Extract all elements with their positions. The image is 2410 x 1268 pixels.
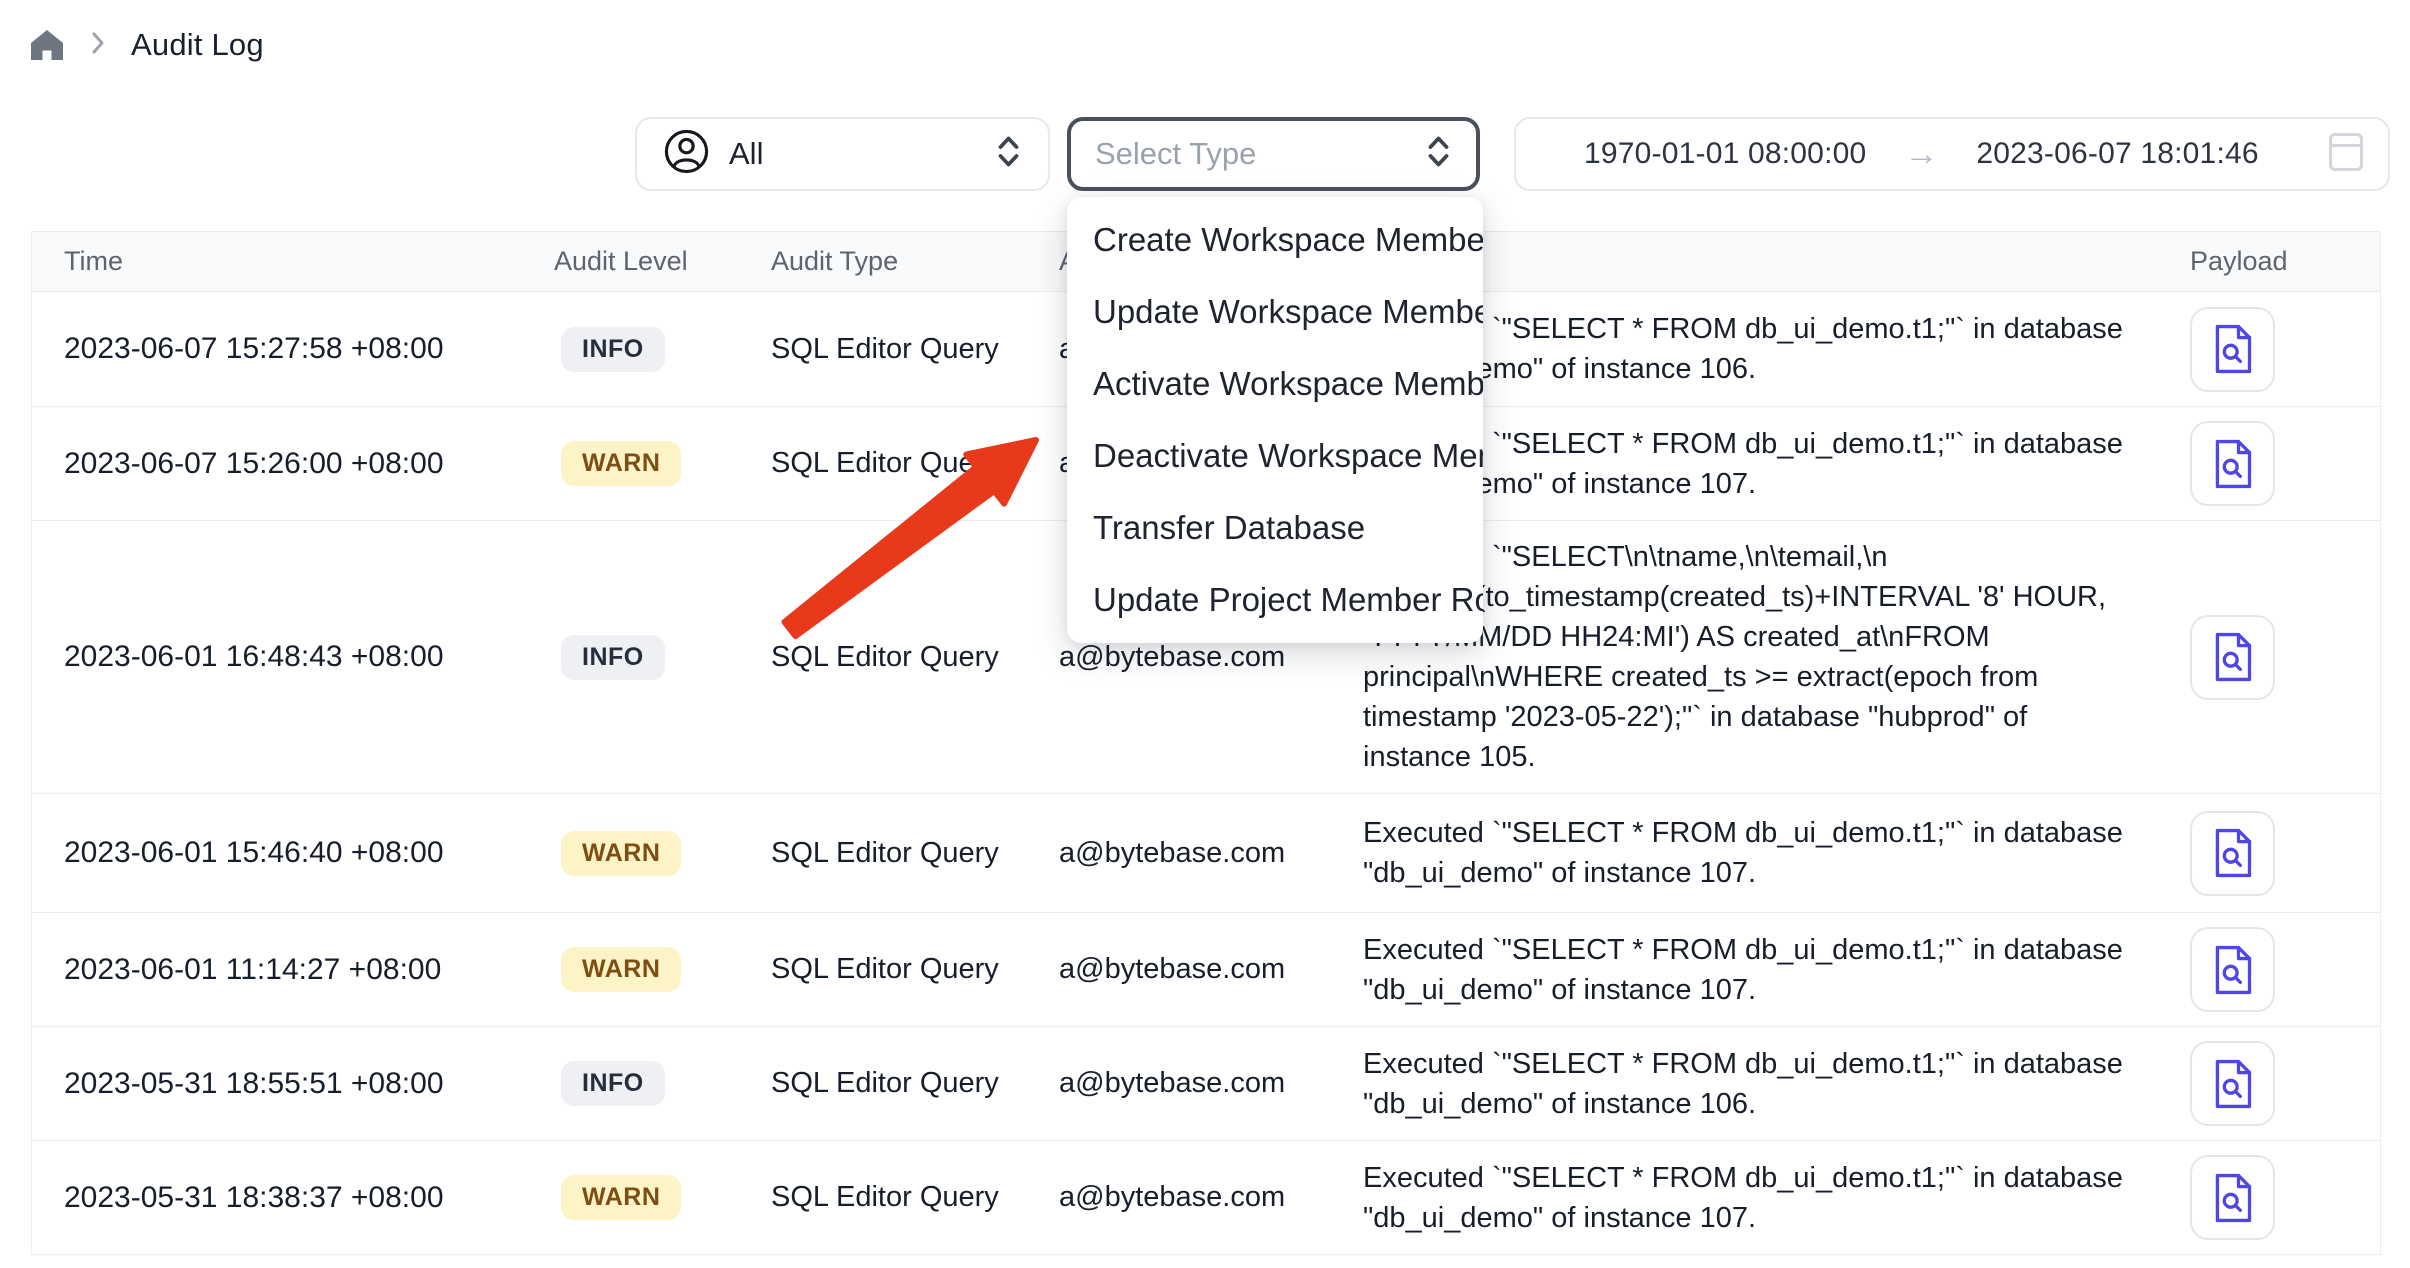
- payload-button[interactable]: [2190, 1041, 2275, 1126]
- comment-cell: Executed `"SELECT * FROM db_ui_demo.t1;"…: [1363, 797, 2147, 909]
- chevron-right-icon: [89, 29, 107, 62]
- payload-button[interactable]: [2190, 307, 2275, 392]
- column-header-level: Audit Level: [554, 246, 771, 277]
- type-menu-item[interactable]: Transfer Database: [1067, 492, 1483, 564]
- payload-cell: [2147, 615, 2380, 700]
- comment-cell: Executed `"SELECT * FROM db_ui_demo.t1;"…: [1363, 1142, 2147, 1254]
- payload-cell: [2147, 927, 2380, 1012]
- date-range-end[interactable]: 2023-06-07 18:01:46: [1976, 137, 2258, 171]
- payload-cell: [2147, 811, 2380, 896]
- payload-cell: [2147, 1155, 2380, 1240]
- file-search-icon: [2211, 438, 2255, 490]
- audit-level-badge: WARN: [561, 831, 681, 876]
- audit-type-cell: SQL Editor Query: [771, 333, 1059, 366]
- payload-button[interactable]: [2190, 927, 2275, 1012]
- table-row: 2023-05-31 18:38:37 +08:00WARN SQL Editor…: [32, 1141, 2380, 1255]
- audit-type-cell: SQL Editor Query: [771, 837, 1059, 870]
- file-search-icon: [2211, 1058, 2255, 1110]
- time-cell: 2023-06-01 15:46:40 +08:00: [32, 836, 554, 870]
- chevron-updown-icon: [1425, 134, 1452, 174]
- audit-level-badge: INFO: [561, 635, 665, 680]
- level-cell: INFO: [554, 1061, 771, 1106]
- payload-button[interactable]: [2190, 1155, 2275, 1240]
- type-menu-item[interactable]: Activate Workspace Member: [1067, 348, 1483, 420]
- level-cell: INFO: [554, 635, 771, 680]
- level-cell: INFO: [554, 327, 771, 372]
- breadcrumb: Audit Log: [29, 27, 264, 63]
- actor-cell: a@bytebase.com: [1059, 641, 1363, 674]
- time-cell: 2023-06-07 15:26:00 +08:00: [32, 447, 554, 481]
- type-menu-item[interactable]: Create Workspace Member: [1067, 204, 1483, 276]
- file-search-icon: [2211, 944, 2255, 996]
- table-row: 2023-06-01 11:14:27 +08:00WARN SQL Editor…: [32, 913, 2380, 1027]
- audit-level-badge: WARN: [561, 947, 681, 992]
- audit-level-badge: INFO: [561, 327, 665, 372]
- file-search-icon: [2211, 1172, 2255, 1224]
- audit-level-badge: INFO: [561, 1061, 665, 1106]
- comment-cell: Executed `"SELECT * FROM db_ui_demo.t1;"…: [1363, 914, 2147, 1026]
- table-row: 2023-05-31 18:55:51 +08:00INFO SQL Editor…: [32, 1027, 2380, 1141]
- audit-type-select[interactable]: Select Type: [1067, 117, 1480, 191]
- actor-cell: a@bytebase.com: [1059, 837, 1363, 870]
- chevron-updown-icon: [995, 134, 1022, 174]
- payload-button[interactable]: [2190, 811, 2275, 896]
- type-menu-item[interactable]: Update Project Member Role: [1067, 564, 1483, 636]
- date-range-start[interactable]: 1970-01-01 08:00:00: [1584, 137, 1866, 171]
- user-circle-icon: [663, 128, 710, 180]
- level-cell: WARN: [554, 831, 771, 876]
- level-cell: WARN: [554, 1175, 771, 1220]
- file-search-icon: [2211, 827, 2255, 879]
- audit-type-cell: SQL Editor Query: [771, 447, 1059, 480]
- page-title: Audit Log: [131, 27, 264, 63]
- time-cell: 2023-06-01 11:14:27 +08:00: [32, 953, 554, 987]
- level-cell: WARN: [554, 441, 771, 486]
- payload-button[interactable]: [2190, 615, 2275, 700]
- audit-level-badge: WARN: [561, 441, 681, 486]
- audit-type-cell: SQL Editor Query: [771, 1181, 1059, 1214]
- date-range-picker[interactable]: 1970-01-01 08:00:00 → 2023-06-07 18:01:4…: [1514, 117, 2390, 191]
- payload-button[interactable]: [2190, 421, 2275, 506]
- time-cell: 2023-05-31 18:38:37 +08:00: [32, 1181, 554, 1215]
- payload-cell: [2147, 307, 2380, 392]
- type-menu-item[interactable]: Update Workspace Member: [1067, 276, 1483, 348]
- scope-select-value: All: [729, 136, 763, 172]
- file-search-icon: [2211, 323, 2255, 375]
- column-header-payload: Payload: [2147, 246, 2380, 277]
- comment-cell: Executed `"SELECT * FROM db_ui_demo.t1;"…: [1363, 1028, 2147, 1140]
- type-select-dropdown-menu: Create Workspace MemberUpdate Workspace …: [1067, 197, 1483, 643]
- audit-scope-select[interactable]: All: [635, 117, 1050, 191]
- time-cell: 2023-05-31 18:55:51 +08:00: [32, 1067, 554, 1101]
- time-cell: 2023-06-01 16:48:43 +08:00: [32, 640, 554, 674]
- arrow-right-icon: →: [1904, 135, 1938, 174]
- actor-cell: a@bytebase.com: [1059, 1181, 1363, 1214]
- column-header-type: Audit Type: [771, 246, 1059, 277]
- audit-type-cell: SQL Editor Query: [771, 1067, 1059, 1100]
- actor-cell: a@bytebase.com: [1059, 953, 1363, 986]
- table-row: 2023-06-01 15:46:40 +08:00WARN SQL Editor…: [32, 794, 2380, 913]
- actor-cell: a@bytebase.com: [1059, 1067, 1363, 1100]
- type-select-placeholder: Select Type: [1095, 136, 1256, 172]
- home-icon[interactable]: [29, 27, 65, 63]
- payload-cell: [2147, 1041, 2380, 1126]
- calendar-icon: [2328, 131, 2364, 178]
- audit-type-cell: SQL Editor Query: [771, 641, 1059, 674]
- type-menu-item[interactable]: Deactivate Workspace Member: [1067, 420, 1483, 492]
- payload-cell: [2147, 421, 2380, 506]
- audit-type-cell: SQL Editor Query: [771, 953, 1059, 986]
- file-search-icon: [2211, 631, 2255, 683]
- level-cell: WARN: [554, 947, 771, 992]
- time-cell: 2023-06-07 15:27:58 +08:00: [32, 332, 554, 366]
- column-header-time: Time: [32, 246, 554, 277]
- audit-level-badge: WARN: [561, 1175, 681, 1220]
